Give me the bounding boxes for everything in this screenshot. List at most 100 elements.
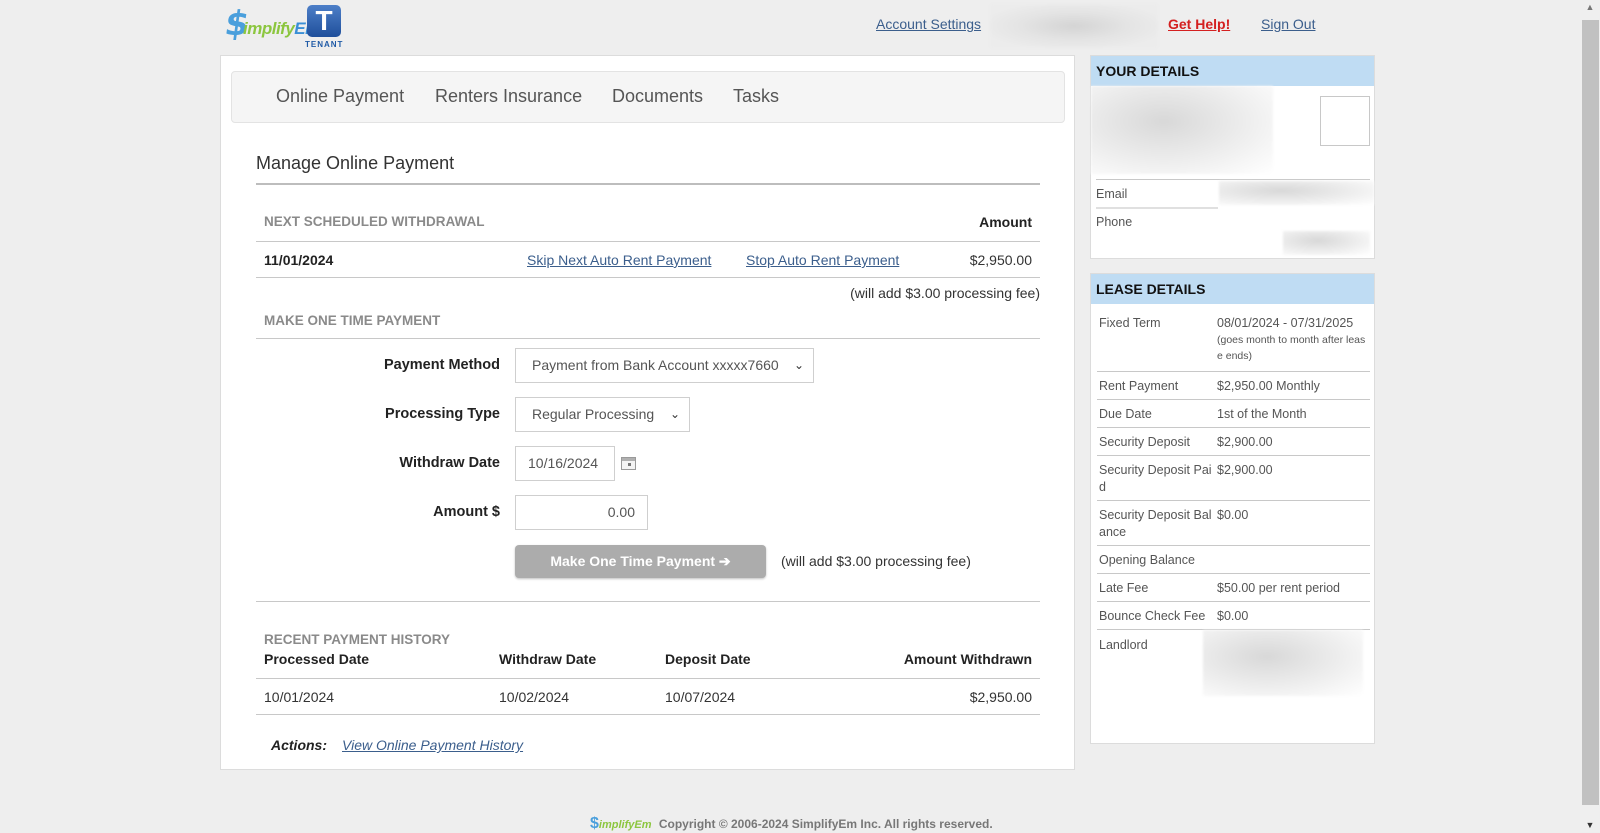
lease-label: Landlord (1099, 638, 1148, 652)
history-col-withdraw-date: Withdraw Date (499, 651, 597, 667)
lease-value: $2,950.00 Monthly (1217, 379, 1320, 393)
history-col-processed-date: Processed Date (264, 651, 370, 667)
divider (1097, 399, 1370, 400)
payment-method-value: Payment from Bank Account xxxxx7660 (532, 357, 779, 373)
footer-logo-dollar-icon: $ (590, 815, 599, 832)
divider (1097, 371, 1370, 372)
lease-label: Security Deposit Balance (1099, 508, 1212, 539)
skip-next-auto-payment-link[interactable]: Skip Next Auto Rent Payment (527, 252, 711, 268)
copyright-text: Copyright © 2006-2024 SimplifyEm Inc. Al… (658, 817, 993, 831)
calendar-icon[interactable] (621, 457, 636, 470)
actions-label: Actions: (271, 737, 327, 753)
history-processed-date: 10/01/2024 (264, 689, 335, 705)
get-help-link[interactable]: Get Help! (1168, 16, 1230, 32)
lease-value: $0.00 (1217, 508, 1249, 522)
amount-input[interactable]: 0.00 (515, 495, 648, 530)
lease-details-panel: LEASE DETAILS Fixed Term 08/01/2024 - 07… (1090, 273, 1375, 744)
history-deposit-date: 10/07/2024 (665, 689, 736, 705)
stop-auto-payment-link[interactable]: Stop Auto Rent Payment (746, 252, 899, 268)
divider (256, 678, 1040, 679)
payment-method-select[interactable]: Payment from Bank Account xxxxx7660 ⌄ (515, 348, 814, 383)
main-panel: Online Payment Renters Insurance Documen… (220, 55, 1075, 770)
footer: $implifyEm Copyright © 2006-2024 Simplif… (590, 815, 993, 833)
vertical-scrollbar[interactable]: ▲ ▼ (1580, 0, 1600, 832)
next-withdrawal-amount: $2,950.00 (969, 252, 1032, 268)
lease-value: $50.00 per rent period (1217, 581, 1341, 595)
tab-nav: Online Payment Renters Insurance Documen… (231, 71, 1065, 123)
account-settings-link[interactable]: Account Settings (876, 16, 981, 32)
history-col-amount-withdrawn: Amount Withdrawn (903, 651, 1032, 667)
divider (1097, 455, 1370, 456)
next-withdrawal-date: 11/01/2024 (264, 252, 334, 268)
withdraw-date-input[interactable]: 10/16/2024 (515, 446, 615, 481)
tab-renters-insurance[interactable]: Renters Insurance (435, 86, 582, 107)
sign-out-link[interactable]: Sign Out (1261, 16, 1315, 32)
divider (256, 338, 1040, 339)
redacted-phone (1283, 231, 1370, 255)
tab-documents[interactable]: Documents (612, 86, 703, 107)
one-time-payment-heading: MAKE ONE TIME PAYMENT (264, 313, 441, 328)
processing-type-label: Processing Type (385, 406, 500, 422)
footer-logo-text: implifyEm (598, 819, 652, 831)
divider (1097, 601, 1370, 602)
page-title: Manage Online Payment (256, 153, 455, 173)
chevron-down-icon: ⌄ (669, 407, 680, 421)
payment-method-label: Payment Method (383, 357, 500, 373)
email-label: Email (1096, 187, 1128, 201)
view-payment-history-link[interactable]: View Online Payment History (342, 737, 523, 753)
divider (256, 241, 1040, 242)
one-time-fee-note: (will add $3.00 processing fee) (781, 553, 971, 569)
simplifyem-tenant-logo[interactable]: $ implifyEm T TENANT (222, 4, 345, 49)
tab-online-payment[interactable]: Online Payment (276, 86, 404, 107)
scroll-down-arrow-icon[interactable]: ▼ (1580, 818, 1600, 832)
divider (256, 601, 1040, 602)
next-withdrawal-heading: NEXT SCHEDULED WITHDRAWAL (264, 214, 485, 229)
lease-value: $2,900.00 (1217, 463, 1273, 477)
lease-label: Security Deposit (1099, 435, 1191, 449)
lease-value: $2,900.00 (1217, 435, 1273, 449)
scrollbar-thumb[interactable] (1582, 20, 1599, 805)
lease-label: Late Fee (1099, 581, 1149, 595)
lease-value: $0.00 (1217, 609, 1249, 623)
redacted-landlord (1203, 630, 1363, 696)
divider (1096, 179, 1370, 180)
your-details-panel: YOUR DETAILS Email Phone (1090, 55, 1375, 259)
divider (1096, 207, 1218, 209)
your-details-title: YOUR DETAILS (1091, 56, 1374, 86)
lease-label: Opening Balance (1099, 553, 1195, 567)
title-divider (256, 183, 1040, 185)
lease-label: Rent Payment (1099, 379, 1179, 393)
fixed-term-note: (goes month to month after lease ends) (1217, 334, 1366, 362)
lease-label: Security Deposit Paid (1099, 463, 1212, 494)
lease-label: Bounce Check Fee (1099, 609, 1206, 623)
processing-type-value: Regular Processing (532, 406, 655, 422)
divider (256, 714, 1040, 715)
lease-label: Due Date (1099, 407, 1152, 421)
fixed-term-dates: 08/01/2024 - 07/31/2025 (1217, 316, 1354, 330)
tenant-photo (1320, 96, 1370, 146)
withdraw-date-label: Withdraw Date (399, 455, 500, 471)
amount-label: Amount $ (433, 504, 500, 520)
divider (1097, 545, 1370, 546)
lease-value: 1st of the Month (1217, 407, 1307, 421)
divider (1097, 427, 1370, 428)
history-col-deposit-date: Deposit Date (665, 651, 751, 667)
footer-logo: $implifyEm (590, 815, 651, 833)
amount-column-header: Amount (979, 214, 1032, 230)
lease-label: Fixed Term (1099, 316, 1161, 330)
tab-tasks[interactable]: Tasks (733, 86, 779, 107)
scroll-up-arrow-icon[interactable]: ▲ (1580, 0, 1600, 14)
payment-history-heading: RECENT PAYMENT HISTORY (264, 632, 451, 647)
history-withdraw-date: 10/02/2024 (499, 689, 570, 705)
auto-payment-fee-note: (will add $3.00 processing fee) (850, 285, 1040, 301)
redacted-email (1219, 181, 1374, 205)
processing-type-select[interactable]: Regular Processing ⌄ (515, 397, 690, 432)
make-one-time-payment-button[interactable]: Make One Time Payment ➔ (515, 545, 766, 578)
divider (1097, 500, 1370, 501)
lease-details-title: LEASE DETAILS (1091, 274, 1374, 304)
divider (1097, 573, 1370, 574)
chevron-down-icon: ⌄ (793, 358, 804, 372)
redacted-user-name (990, 4, 1158, 48)
lease-value: 08/01/2024 - 07/31/2025 (goes month to m… (1217, 315, 1367, 364)
history-amount: $2,950.00 (969, 689, 1032, 705)
